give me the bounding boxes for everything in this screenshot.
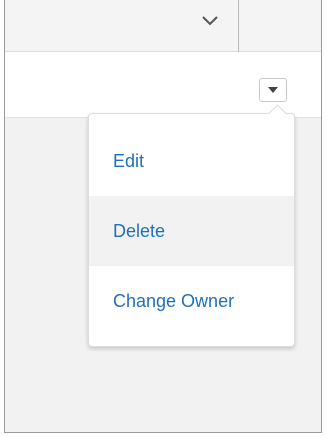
table-header bbox=[5, 0, 321, 52]
caret-down-icon bbox=[268, 87, 278, 93]
menu-item-edit[interactable]: Edit bbox=[89, 126, 294, 196]
column-divider[interactable] bbox=[238, 0, 239, 52]
chevron-down-icon[interactable] bbox=[201, 12, 219, 30]
record-list-panel: Edit Delete Change Owner bbox=[4, 0, 322, 433]
menu-item-label: Edit bbox=[113, 150, 145, 171]
menu-item-change-owner[interactable]: Change Owner bbox=[89, 266, 294, 336]
menu-item-delete[interactable]: Delete bbox=[89, 196, 294, 266]
row-actions-menu: Edit Delete Change Owner bbox=[88, 113, 295, 347]
row-actions-button[interactable] bbox=[259, 78, 287, 102]
menu-item-label: Delete bbox=[113, 220, 166, 241]
menu-item-label: Change Owner bbox=[113, 290, 235, 311]
